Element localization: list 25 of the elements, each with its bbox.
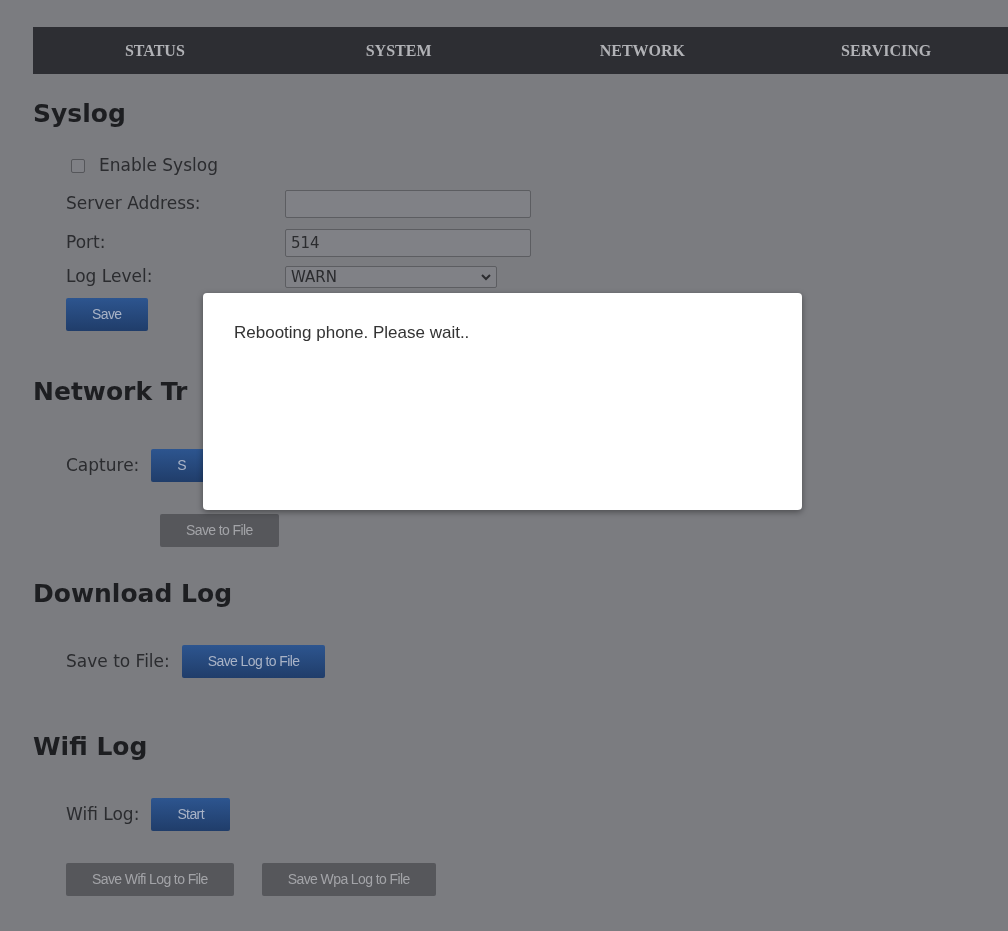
field-label: Save to File: (66, 649, 170, 673)
section-heading: Syslog (33, 99, 127, 129)
input-field[interactable] (285, 189, 531, 218)
field-label: Capture: (66, 453, 140, 477)
section-heading: Wifi Log (33, 732, 149, 762)
section-heading: Network Tr (33, 377, 189, 407)
dropdown-value: WARN (291, 269, 337, 285)
nav-tab[interactable]: STATUS (33, 27, 277, 74)
field-label: Wifi Log: (66, 802, 140, 826)
input-field[interactable]: 514 (285, 228, 531, 257)
button[interactable]: Save (66, 298, 148, 331)
button[interactable]: Save Log to File (181, 645, 326, 678)
checkbox[interactable] (71, 158, 85, 173)
field-label: Server Address: (66, 191, 202, 215)
checkbox-label: Enable Syslog (99, 153, 219, 177)
section-heading: Download Log (33, 579, 234, 609)
dropdown[interactable]: WARN (285, 266, 497, 288)
field-label: Log Level: (66, 265, 154, 289)
caret-icon (481, 273, 491, 281)
button[interactable]: Start (151, 798, 230, 831)
field-label: Port: (66, 230, 107, 254)
nav-tab[interactable]: NETWORK (520, 27, 765, 74)
nav-tab[interactable]: SERVICING (764, 27, 1008, 74)
dialog-message: Rebooting phone. Please wait.. (234, 322, 471, 344)
nav-tab[interactable]: SYSTEM (276, 27, 521, 74)
